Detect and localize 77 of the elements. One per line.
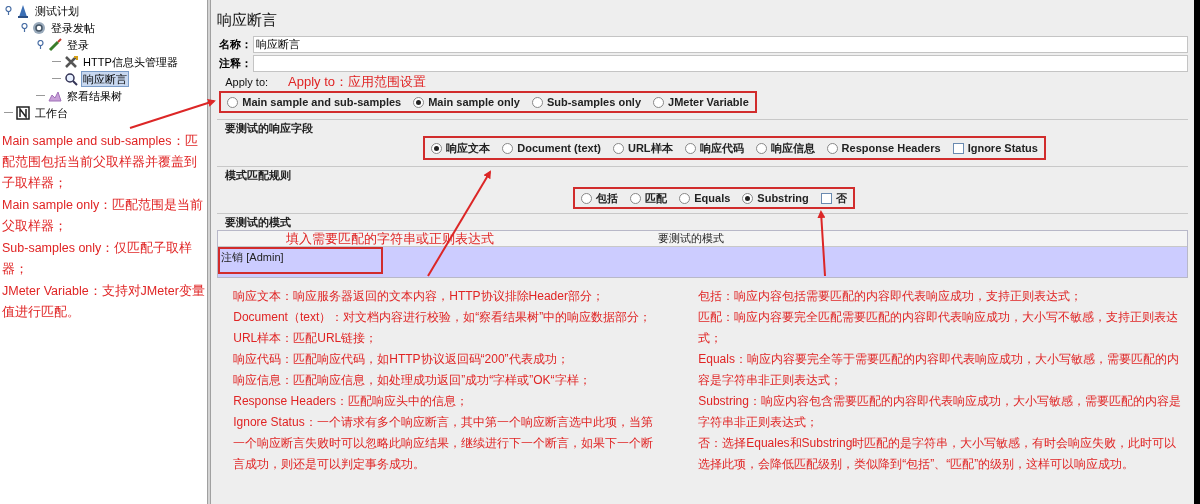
radio-button[interactable] (742, 192, 754, 204)
annotation-note: URL样本：匹配URL链接； (233, 330, 379, 347)
checkbox[interactable] (820, 192, 832, 204)
expand-handle-icon (4, 6, 13, 15)
tree-item[interactable]: 工作台 (33, 104, 70, 121)
text-field[interactable] (253, 55, 1189, 72)
annotation-note: Sub-samples only：仅匹配子取样器； (2, 240, 194, 278)
option[interactable]: Substring (742, 189, 809, 207)
option[interactable]: Document (text) (502, 139, 601, 157)
annotation-note: 响应代码：匹配响应代码，如HTTP协议返回码“200”代表成功； (233, 351, 570, 368)
expand-handle-icon (36, 40, 45, 49)
text-field[interactable]: 响应断言 (253, 36, 1189, 53)
column-header: 要测试的模式 (657, 231, 725, 247)
radio-button[interactable] (581, 192, 593, 204)
radio-button[interactable] (227, 96, 239, 108)
pen-icon (48, 37, 62, 52)
tree-item[interactable]: 登录发帖 (49, 19, 97, 36)
checkbox[interactable] (952, 142, 964, 154)
annotation-note: 响应文本：响应服务器返回的文本内容，HTTP协议排除Header部分； (233, 288, 605, 305)
radio-button[interactable] (431, 142, 443, 154)
radio-button[interactable] (684, 142, 696, 154)
option[interactable]: Main sample only (413, 93, 520, 111)
annotation-arrow (817, 210, 826, 277)
radio-button[interactable] (679, 192, 691, 204)
field-label: 名称： (218, 37, 254, 53)
annotation-note: 否：选择Equales和Substring时匹配的是字符串，大小写敏感，有时会响应失败，此时可以选择此项，会降低匹配级别，类似降到“包括”、“匹配”的级别，这样可以响应成功。 (698, 435, 1178, 473)
option[interactable]: Response Headers (826, 139, 941, 157)
option[interactable]: 匹配 (630, 189, 668, 207)
annotation-note: Apply to：应用范围设置 (288, 73, 427, 92)
annotation-note: 包括：响应内容包括需要匹配的内容即代表响应成功，支持正则表达式； (698, 288, 1084, 305)
annotation-note: 响应信息：匹配响应信息，如处理成功返回”成功“字样或”OK“字样； (233, 372, 592, 389)
annotation-note: 匹配：响应内容要完全匹配需要匹配的内容即代表响应成功，大小写不敏感，支持正则表达式； (698, 309, 1180, 347)
option[interactable]: 响应信息 (755, 139, 815, 157)
tree-item[interactable]: 测试计划 (33, 2, 81, 19)
option[interactable]: Equals (679, 189, 731, 207)
flask-icon (16, 3, 30, 18)
option[interactable]: URL样本 (613, 139, 673, 157)
annotation-note: Substring：响应内容包含需要匹配的内容即代表响应成功，大小写敏感，需要匹配的内容是字符串非正则表达式； (698, 393, 1182, 431)
field-label: 注释： (218, 56, 254, 72)
annotation-note: JMeter Variable：支持对JMeter变量值进行匹配。 (2, 283, 206, 321)
magnifier-icon (64, 71, 78, 86)
field-label: Apply to: (224, 74, 269, 90)
option[interactable]: 响应文本 (431, 139, 491, 157)
annotation-note: Ignore Status：一个请求有多个响应断言，其中第一个响应断言选中此项，当第一个响应断言失败时可以忽略此响应结果，继续进行下一个断言，如果下一个断言成功，则还是可以判定事务成功。 (233, 414, 654, 473)
radio-button[interactable] (755, 142, 767, 154)
option[interactable]: Ignore Status (952, 139, 1038, 157)
panel-title: 响应断言 (217, 10, 279, 30)
option[interactable]: Sub-samples only (531, 93, 642, 111)
option[interactable]: 否 (820, 189, 847, 207)
option[interactable]: 包括 (581, 189, 619, 207)
tree-item[interactable]: 登录 (65, 36, 91, 53)
section-title: 要测试的响应字段 (224, 121, 314, 136)
expand-handle-icon (20, 23, 29, 32)
gear-icon (32, 20, 46, 35)
option[interactable]: Main sample and sub-samples (227, 93, 402, 111)
radio-button[interactable] (613, 142, 624, 154)
tree-item[interactable]: 响应断言 (81, 70, 129, 87)
radio-button[interactable] (826, 142, 838, 154)
option[interactable]: 响应代码 (684, 139, 744, 157)
radio-button[interactable] (653, 96, 665, 108)
annotation-note: Main sample and sub-samples：匹配范围包括当前父取样器并覆盖到子取样器； (2, 133, 199, 192)
section-title: 要测试的模式 (224, 215, 292, 230)
option[interactable]: JMeter Variable (653, 93, 749, 111)
annotation-note: Response Headers：匹配响应头中的信息； (233, 393, 469, 410)
document-icon (16, 105, 30, 120)
tools-icon (64, 54, 78, 69)
radio-button[interactable] (502, 142, 514, 154)
radio-button[interactable] (413, 96, 425, 108)
radio-button[interactable] (630, 192, 642, 204)
annotation-note: Document（text）：对文档内容进行校验，如“察看结果树”中的响应数据部分； (233, 309, 653, 326)
tree-item[interactable]: 察看结果树 (65, 87, 124, 104)
annotation-note: Equals：响应内容要完全等于需要匹配的内容即代表响应成功，大小写敏感，需要匹配的内容是字符串非正则表达式； (698, 351, 1180, 389)
section-title: 模式匹配规则 (224, 168, 292, 183)
annotation-note: Main sample only：匹配范围是当前父取样器； (2, 197, 205, 235)
table-cell[interactable]: 注销 [Admin] (218, 247, 384, 274)
tree-item[interactable]: HTTP信息头管理器 (81, 53, 180, 70)
radio-button[interactable] (531, 96, 543, 108)
